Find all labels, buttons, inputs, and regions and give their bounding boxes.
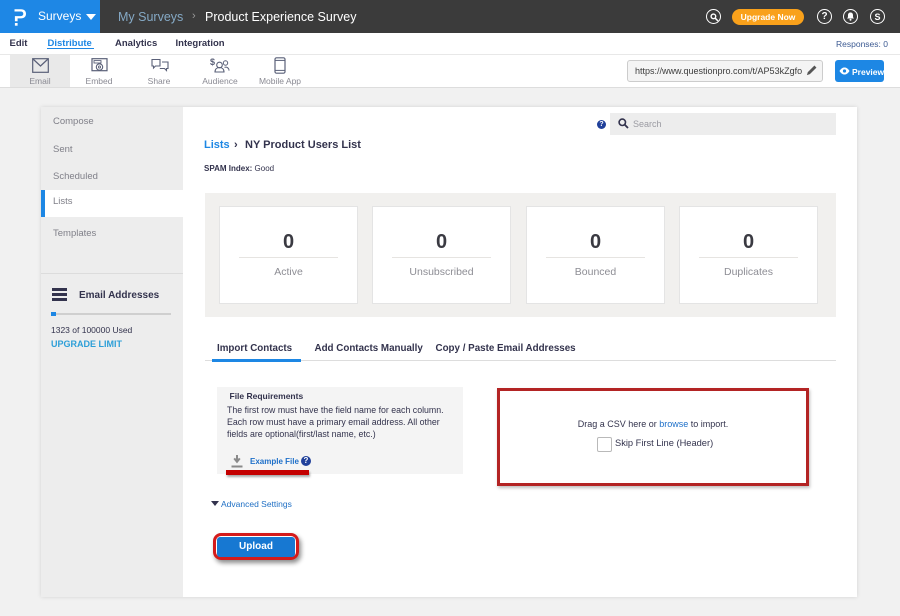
svg-text:$: $	[210, 57, 215, 67]
